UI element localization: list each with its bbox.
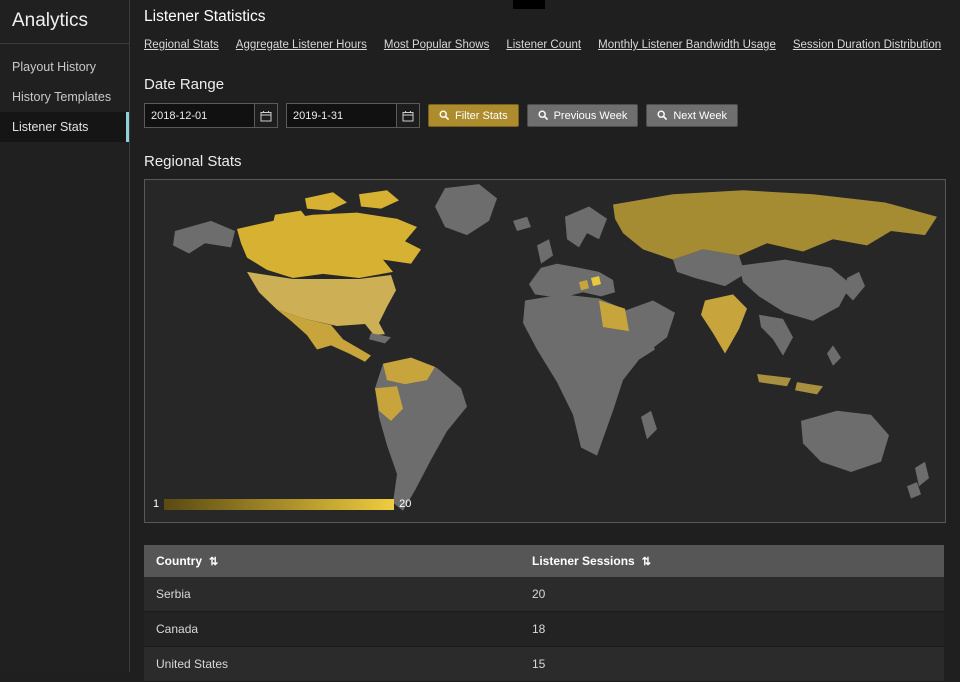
stats-subnav: Regional Stats Aggregate Listener Hours … [144,39,948,51]
sidebar: Analytics Playout History History Templa… [0,0,130,672]
link-regional-stats[interactable]: Regional Stats [144,39,219,51]
link-listener-count[interactable]: Listener Count [506,39,581,51]
sessions-cell: 20 [520,577,944,612]
column-header-country[interactable]: Country ⇅ [144,545,520,577]
link-monthly-bandwidth[interactable]: Monthly Listener Bandwidth Usage [598,39,776,51]
link-most-popular-shows[interactable]: Most Popular Shows [384,39,489,51]
sidebar-title: Analytics [0,0,129,44]
country-cell: Serbia [144,577,520,612]
start-date-field [144,103,278,128]
start-date-input[interactable] [145,109,254,122]
next-week-label: Next Week [673,109,727,122]
legend-max-label: 20 [399,498,412,510]
calendar-icon [402,110,414,121]
page-title: Listener Statistics [144,8,266,25]
end-date-field [286,103,420,128]
link-session-duration[interactable]: Session Duration Distribution [793,39,941,51]
country-header-label: Country [156,554,202,568]
sidebar-item-history-templates[interactable]: History Templates [0,82,129,112]
sidebar-menu: Playout History History Templates Listen… [0,52,129,142]
search-icon [657,110,668,121]
map-legend: 1 20 [153,498,411,510]
date-range-heading: Date Range [144,76,225,93]
sessions-header-label: Listener Sessions [532,554,635,568]
end-date-input[interactable] [287,109,396,122]
world-choropleth-map [173,184,937,511]
listener-sessions-table: Country ⇅ Listener Sessions ⇅ Serbia 20 Ca… [144,545,944,682]
table-row: Serbia 20 [144,577,944,612]
search-icon [538,110,548,121]
country-cell: Canada [144,611,520,647]
link-aggregate-listener-hours[interactable]: Aggregate Listener Hours [236,39,367,51]
regional-stats-heading: Regional Stats [144,153,242,170]
start-date-calendar-button[interactable] [254,104,277,127]
legend-min-label: 1 [153,498,160,510]
previous-week-button[interactable]: Previous Week [526,104,639,127]
filter-stats-button[interactable]: Filter Stats [428,104,519,127]
previous-week-label: Previous Week [553,109,628,122]
sort-icon[interactable]: ⇅ [642,556,651,568]
sessions-cell: 18 [520,611,944,647]
sort-icon[interactable]: ⇅ [209,556,218,568]
sidebar-item-listener-stats[interactable]: Listener Stats [0,112,129,142]
country-cell: United States [144,646,520,682]
legend-gradient [164,498,395,510]
sidebar-item-playout-history[interactable]: Playout History [0,52,129,82]
search-icon [439,110,450,121]
calendar-icon [260,110,272,121]
filter-stats-label: Filter Stats [455,109,508,122]
main-content: Listener Statistics Regional Stats Aggre… [130,0,960,682]
table-row: Canada 18 [144,611,944,647]
date-controls: Filter Stats Previous Week Next Week [144,103,948,128]
sessions-cell: 15 [520,646,944,682]
next-week-button[interactable]: Next Week [646,104,738,127]
world-map-panel: 1 20 [144,179,946,523]
table-row: United States 15 [144,646,944,682]
column-header-listener-sessions[interactable]: Listener Sessions ⇅ [520,545,944,577]
end-date-calendar-button[interactable] [396,104,419,127]
